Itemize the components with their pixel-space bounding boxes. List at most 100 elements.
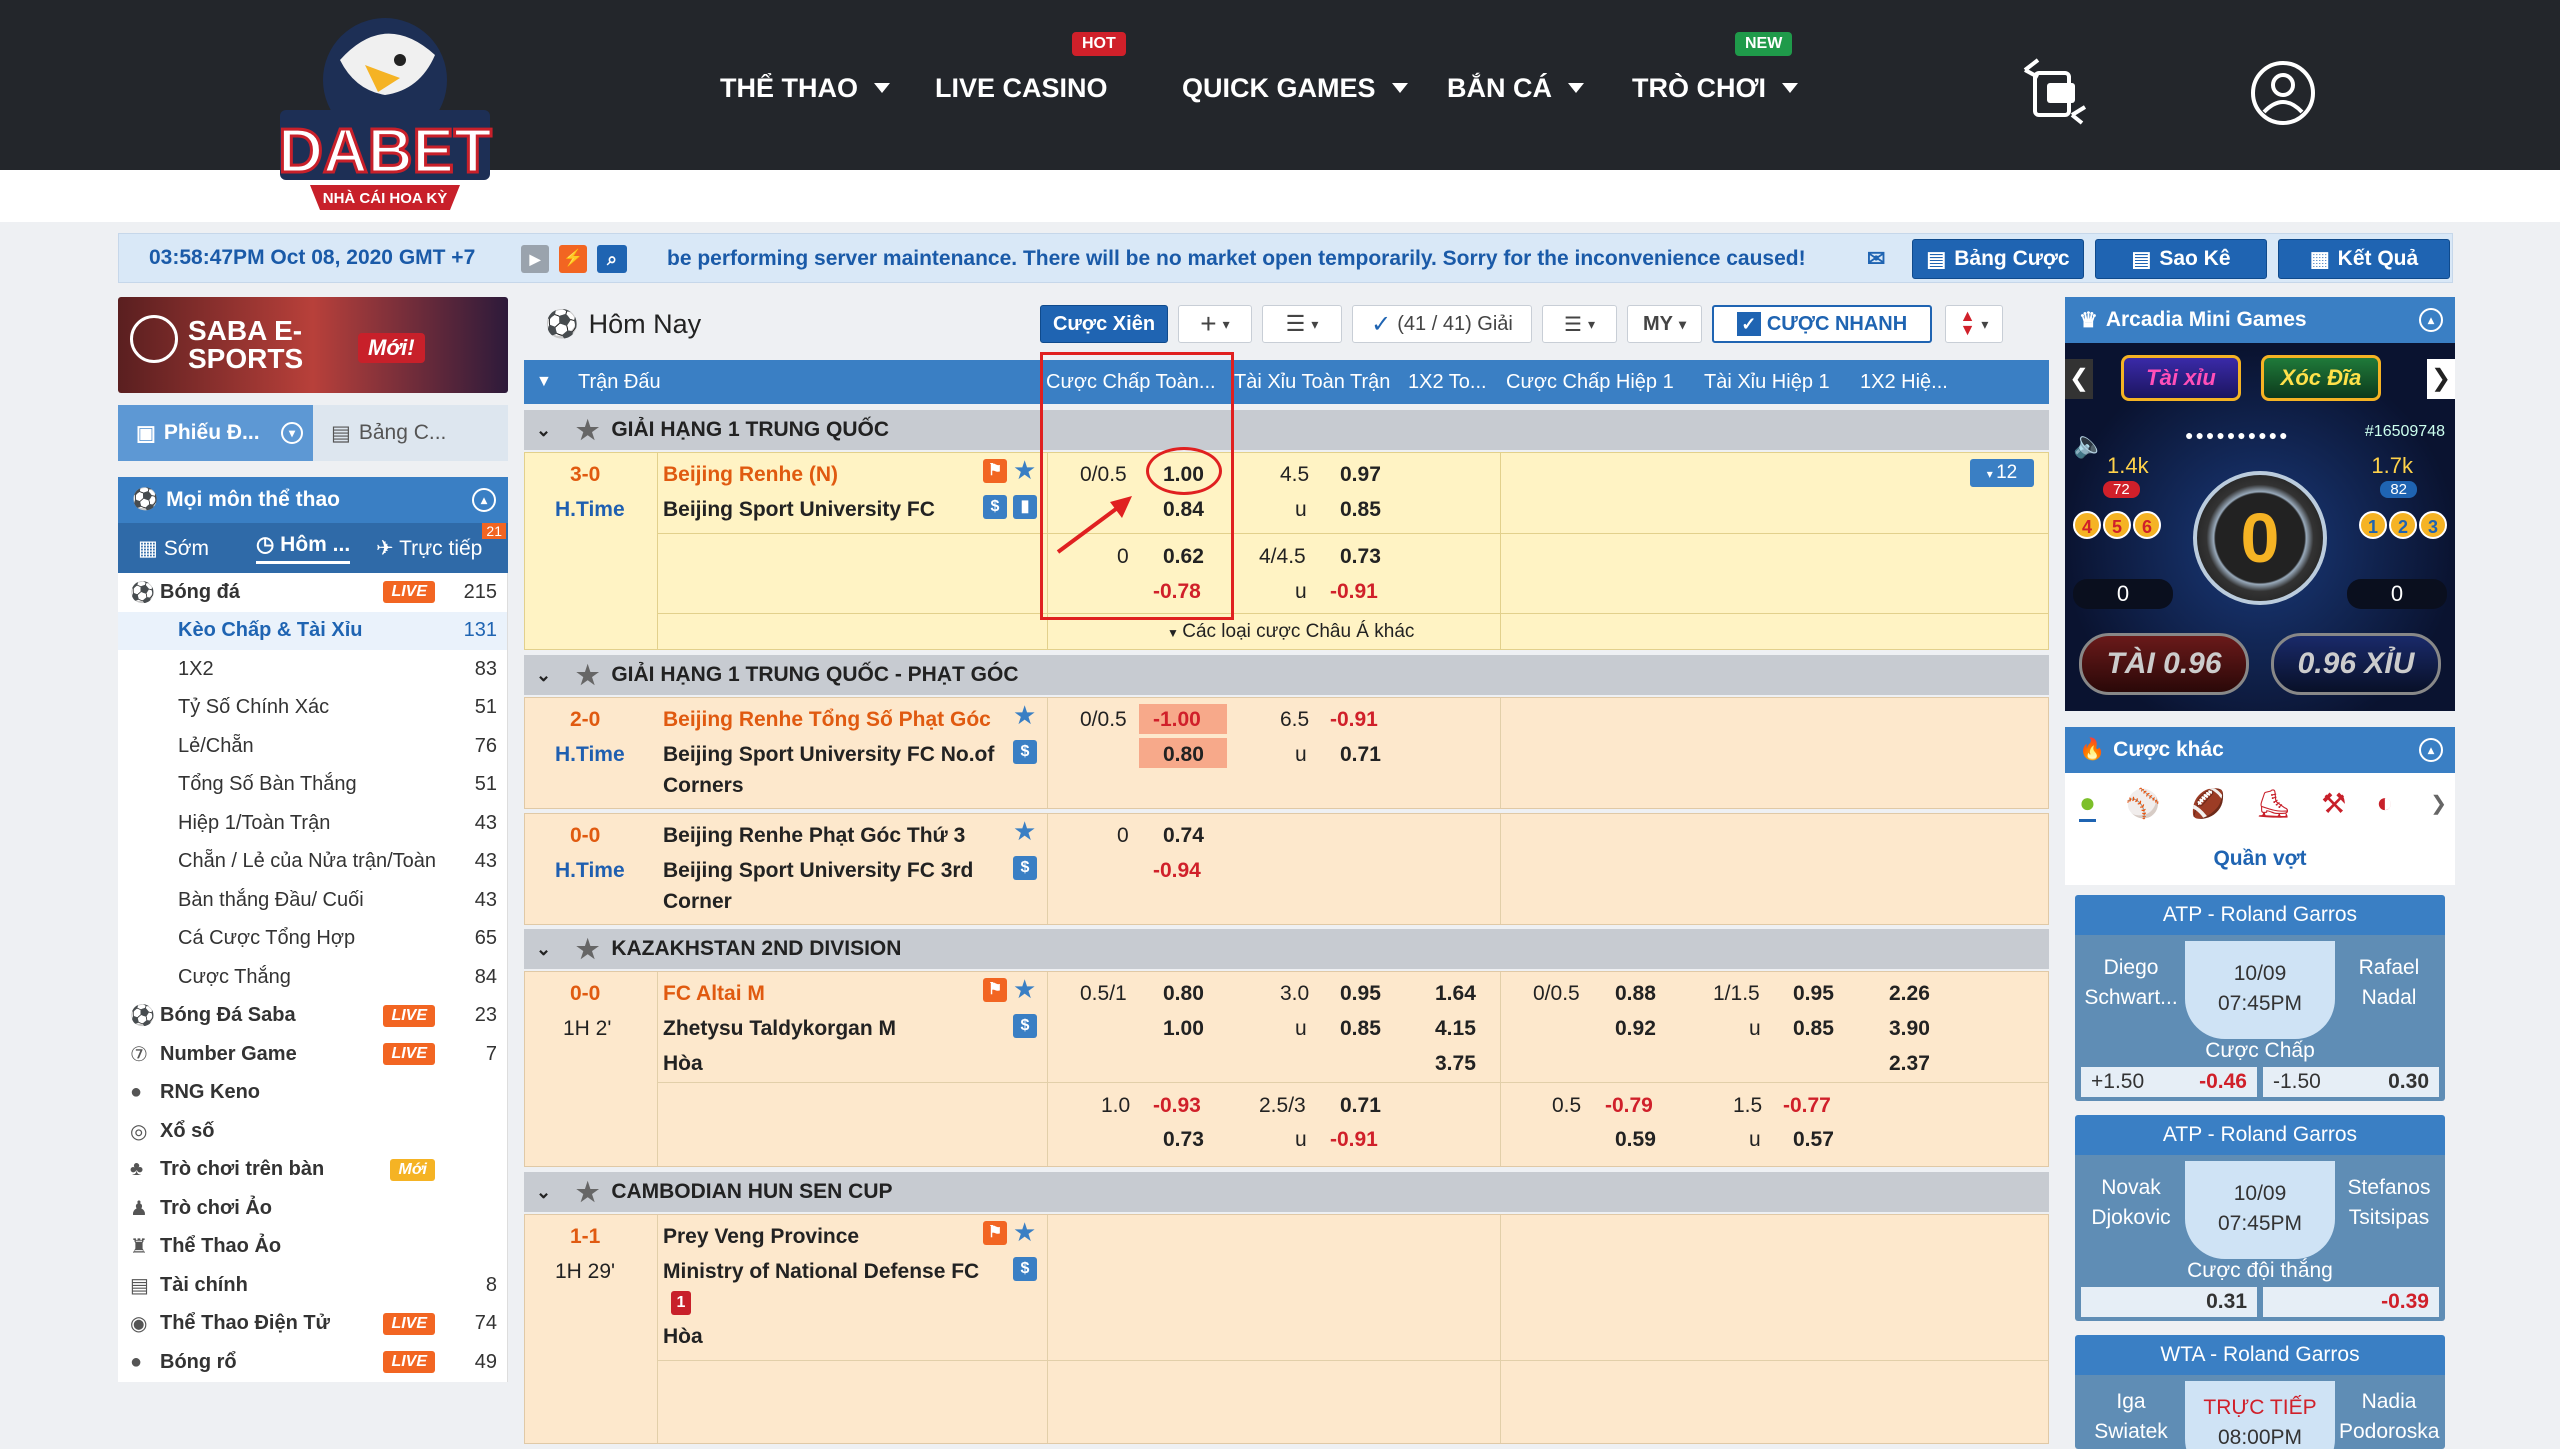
collapse-icon[interactable]: ▴ xyxy=(2419,738,2443,762)
stats-icon[interactable]: ▮ xyxy=(1013,495,1037,519)
live-stream-icon[interactable]: ⚑ xyxy=(983,978,1007,1002)
odds-value[interactable]: 0.92 xyxy=(1615,1017,1656,1041)
star-icon[interactable]: ★ xyxy=(576,660,599,691)
next-arrow-icon[interactable]: ❯ xyxy=(2427,359,2455,399)
xoc-dia-game-tab[interactable]: Xóc Đĩa xyxy=(2261,355,2381,401)
odds-value[interactable]: 2.26 xyxy=(1889,982,1930,1006)
tab-bet-list[interactable]: ▤ Bảng C... xyxy=(313,405,508,461)
xiu-bet-input[interactable]: 0 xyxy=(2347,579,2447,609)
collapse-icon[interactable]: ▴ xyxy=(472,488,496,512)
odds-value[interactable]: -0.91 xyxy=(1330,1128,1378,1152)
sidebar-subitem[interactable]: Hiệp 1/Toàn Trận 43 xyxy=(118,804,507,843)
odds-value[interactable]: 4.15 xyxy=(1435,1017,1476,1041)
odds-value[interactable]: 0.95 xyxy=(1793,982,1834,1006)
sidebar-sport-item[interactable]: ◉ Thể Thao Điện Tử LIVE 74 xyxy=(118,1304,507,1343)
league-filter-button[interactable]: ✓ (41 / 41) Giải xyxy=(1352,305,1532,343)
odds-value[interactable]: 0.57 xyxy=(1793,1128,1834,1152)
tai-bet-button[interactable]: TÀI 0.96 xyxy=(2079,633,2249,695)
sidebar-subitem[interactable]: Cá Cược Tổng Hợp 65 xyxy=(118,919,507,958)
results-button[interactable]: ▦ Kết Quả xyxy=(2278,239,2450,279)
odds-value[interactable]: 0.73 xyxy=(1340,545,1381,569)
baseball-icon[interactable]: ⚾ xyxy=(2126,787,2161,822)
star-icon[interactable]: ★ xyxy=(1013,700,1036,731)
odds-value[interactable]: 0.80 xyxy=(1163,982,1204,1006)
sidebar-sport-item[interactable]: ◎ Xổ số xyxy=(118,1112,507,1151)
sidebar-subitem[interactable]: 1X2 83 xyxy=(118,650,507,689)
live-stream-icon[interactable]: ⚑ xyxy=(983,1221,1007,1245)
sidebar-sport-item[interactable]: ⑦ Number Game LIVE 7 xyxy=(118,1035,507,1074)
odds-value[interactable]: 1.64 xyxy=(1435,982,1476,1006)
star-icon[interactable]: ★ xyxy=(1013,974,1036,1005)
other-bets-header[interactable]: 🔥 Cược khác ▴ xyxy=(2065,727,2455,773)
odds-value[interactable]: 1.00 xyxy=(1163,1017,1204,1041)
odds-button[interactable]: -1.50 0.30 xyxy=(2263,1067,2439,1097)
live-stream-icon[interactable]: ⚑ xyxy=(983,459,1007,483)
odds-value[interactable]: 0.95 xyxy=(1340,982,1381,1006)
chevron-right-icon[interactable]: ❯ xyxy=(2430,791,2447,816)
star-icon[interactable]: ★ xyxy=(576,415,599,446)
sidebar-subitem[interactable]: Tổng Số Bàn Thắng 51 xyxy=(118,765,507,804)
mini-games-header[interactable]: ♛ Arcadia Mini Games ▴ xyxy=(2065,297,2455,343)
collapse-all-icon[interactable]: ▼ xyxy=(536,373,552,391)
odds-value[interactable]: -0.91 xyxy=(1330,708,1378,732)
tab-early[interactable]: ▦ Sớm xyxy=(138,536,209,561)
prev-arrow-icon[interactable]: ❮ xyxy=(2065,359,2093,399)
star-icon[interactable]: ★ xyxy=(1013,455,1036,486)
star-icon[interactable]: ★ xyxy=(576,934,599,965)
sidebar-subitem[interactable]: Lẻ/Chẵn 76 xyxy=(118,727,507,766)
sort-button[interactable]: ☰ ▾ xyxy=(1262,305,1342,343)
tab-bet-slip[interactable]: ▣ Phiếu Đ... ▾ xyxy=(118,405,313,461)
odds-value[interactable]: 0.85 xyxy=(1793,1017,1834,1041)
nav-live-casino[interactable]: LIVE CASINO xyxy=(935,68,1108,108)
more-asian-markets-link[interactable]: ▼ Các loại cược Châu Á khác xyxy=(1167,621,1414,643)
sidebar-sport-item[interactable]: ♜ Thể Thao Ảo xyxy=(118,1227,507,1266)
cricket-icon[interactable]: ⚒ xyxy=(2321,787,2346,822)
play-icon[interactable]: ▶ xyxy=(521,245,549,273)
tab-live[interactable]: ✈ Trực tiếp xyxy=(376,536,482,561)
odds-value[interactable]: 0.97 xyxy=(1340,463,1381,487)
odds-value[interactable]: -0.94 xyxy=(1153,859,1201,883)
sidebar-subitem[interactable]: Tỷ Số Chính Xác 51 xyxy=(118,688,507,727)
odds-value[interactable]: 0.88 xyxy=(1615,982,1656,1006)
sidebar-subitem[interactable]: Chẵn / Lẻ của Nửa trận/Toàn 43 xyxy=(118,842,507,881)
odds-value[interactable]: 0.71 xyxy=(1340,1094,1381,1118)
sidebar-subitem[interactable]: Kèo Chấp & Tài Xỉu 131 xyxy=(118,611,507,650)
tab-today[interactable]: ◷ Hôm ... xyxy=(256,532,351,564)
sidebar-sport-item[interactable]: ♟ Trò chơi Ảo xyxy=(118,1189,507,1228)
odds-value[interactable]: -0.79 xyxy=(1605,1094,1653,1118)
tennis-match-card[interactable]: ATP - Roland Garros 10/09 07:45PM Diego S… xyxy=(2075,895,2445,1101)
odds-value[interactable]: 0.74 xyxy=(1163,824,1204,848)
league-header[interactable]: ⌄ ★ CAMBODIAN HUN SEN CUP xyxy=(524,1172,2049,1212)
tennis-match-card[interactable]: WTA - Roland Garros TRỰC TIẾP 08:00PM Iga… xyxy=(2075,1335,2445,1449)
odds-button[interactable]: -0.39 xyxy=(2263,1287,2439,1317)
sidebar-sport-item[interactable]: ♣ Trò chơi trên bàn Mới xyxy=(118,1150,507,1189)
nav-ban-ca[interactable]: BẮN CÁ xyxy=(1447,68,1584,108)
all-sports-header[interactable]: ⚽ Mọi môn thể thao ▴ xyxy=(118,477,508,523)
star-icon[interactable]: ★ xyxy=(1013,1217,1036,1248)
transfer-wallet-icon[interactable] xyxy=(2020,55,2090,125)
league-header[interactable]: ⌄ ★ GIẢI HẠNG 1 TRUNG QUỐC - PHẠT GÓC xyxy=(524,655,2049,695)
quick-bet-toggle[interactable]: ✓ CƯỢC NHANH xyxy=(1712,305,1932,343)
nav-tro-choi[interactable]: TRÒ CHƠI xyxy=(1632,68,1799,108)
view-mode-button[interactable]: ☰ ▾ xyxy=(1542,305,1617,343)
odds-value[interactable]: 0.59 xyxy=(1615,1128,1656,1152)
odds-change-button[interactable]: ▲ ▼ ▾ xyxy=(1945,305,2003,343)
sidebar-subitem[interactable]: Cược Thắng 84 xyxy=(118,958,507,997)
football-icon[interactable]: 🏈 xyxy=(2191,787,2226,822)
nav-quick-games[interactable]: QUICK GAMES xyxy=(1182,68,1408,108)
tennis-match-card[interactable]: ATP - Roland Garros 10/09 07:45PM Novak D… xyxy=(2075,1115,2445,1321)
collapse-icon[interactable]: ▴ xyxy=(2419,308,2443,332)
flash-icon[interactable]: ⚡ xyxy=(559,245,587,273)
rugby-icon[interactable]: ◐ xyxy=(2376,787,2393,822)
sidebar-sport-item[interactable]: ▤ Tài chính 8 xyxy=(118,1266,507,1305)
search-icon[interactable]: ⌕ xyxy=(597,245,627,273)
odds-value[interactable]: 0.73 xyxy=(1163,1128,1204,1152)
odds-value[interactable]: 3.75 xyxy=(1435,1052,1476,1076)
tennis-ball-icon[interactable]: ● xyxy=(2079,787,2096,822)
mail-icon[interactable]: ✉ xyxy=(1867,246,1885,272)
odds-value[interactable]: -0.77 xyxy=(1783,1094,1831,1118)
odds-value[interactable]: 0.80 xyxy=(1163,743,1204,767)
parlay-button[interactable]: Cược Xiên xyxy=(1040,305,1168,343)
odds-value[interactable]: -1.00 xyxy=(1153,708,1201,732)
league-header[interactable]: ⌄ ★ GIẢI HẠNG 1 TRUNG QUỐC xyxy=(524,410,2049,450)
